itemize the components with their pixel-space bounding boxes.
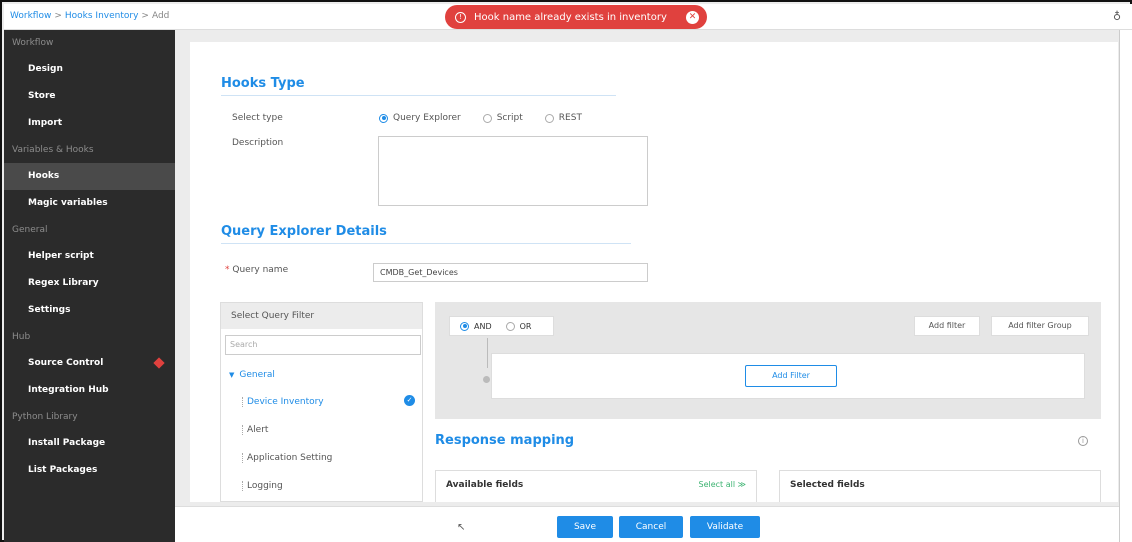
- error-toast: ! Hook name already exists in inventory …: [445, 5, 707, 29]
- close-icon[interactable]: ✕: [686, 10, 699, 24]
- sidebar-item-regex-library[interactable]: Regex Library: [4, 270, 175, 297]
- select-all-link[interactable]: Select all ≫: [699, 480, 747, 489]
- response-mapping-title: Response mapping: [435, 433, 575, 448]
- breadcrumb: Workflow > Hooks Inventory > Add: [10, 11, 169, 21]
- description-label: Description: [232, 138, 284, 148]
- query-name-label: * Query name: [225, 265, 288, 275]
- hook-type-radio-group: Query Explorer Script REST: [379, 113, 604, 123]
- query-name-label-text: Query name: [232, 265, 289, 275]
- section-divider: [221, 95, 616, 96]
- rule-connector-line: [487, 338, 488, 368]
- save-button[interactable]: Save: [557, 516, 613, 538]
- caret-down-icon: ▼: [229, 371, 235, 379]
- sidebar-section-general: General: [12, 225, 48, 235]
- breadcrumb-separator: >: [141, 11, 149, 21]
- sidebar-item-list-packages[interactable]: List Packages: [4, 457, 175, 484]
- add-filter-group-button[interactable]: Add filter Group: [991, 316, 1089, 336]
- add-filter-button[interactable]: Add filter: [914, 316, 980, 336]
- action-bar: ↖ Save Cancel Validate: [175, 506, 1119, 542]
- breadcrumb-add: Add: [151, 11, 170, 21]
- sidebar-item-design[interactable]: Design: [4, 56, 175, 83]
- mouse-cursor-icon: ↖: [457, 522, 466, 533]
- right-scroll-strip[interactable]: [1119, 30, 1132, 542]
- sidebar-item-label: Source Control: [28, 358, 104, 368]
- rule-connector-dot: [483, 376, 490, 383]
- radio-selected-icon: [379, 113, 388, 123]
- query-explorer-title: Query Explorer Details: [221, 224, 387, 239]
- git-diamond-icon: [153, 357, 165, 369]
- logic-toggle: AND OR: [449, 316, 554, 336]
- validate-button[interactable]: Validate: [690, 516, 760, 538]
- tree-item-device-inventory[interactable]: Device Inventory: [242, 397, 324, 407]
- tree-group-label: General: [239, 370, 275, 380]
- selected-fields-box: Selected fields: [779, 470, 1101, 502]
- sidebar: Workflow Design Store Import Variables &…: [4, 30, 175, 542]
- radio-label: Script: [496, 113, 523, 123]
- app-frame: Workflow > Hooks Inventory > Add ♁ ! Hook na…: [0, 0, 1132, 542]
- sidebar-item-helper-script[interactable]: Helper script: [4, 243, 175, 270]
- radio-and[interactable]: AND: [460, 321, 492, 331]
- radio-label: Query Explorer: [393, 113, 461, 123]
- sidebar-section-python-library: Python Library: [12, 412, 78, 422]
- hooks-type-title: Hooks Type: [221, 76, 305, 91]
- warning-icon: !: [455, 11, 466, 23]
- breadcrumb-workflow[interactable]: Workflow: [10, 11, 51, 21]
- filter-search-input[interactable]: Search: [225, 335, 421, 355]
- query-filter-panel: Select Query Filter Search ▼ General Devi…: [220, 302, 423, 502]
- sidebar-item-hooks[interactable]: Hooks: [4, 163, 175, 190]
- tree-item-alert[interactable]: Alert: [242, 425, 268, 435]
- sidebar-section-hub: Hub: [12, 332, 31, 342]
- main-panel: Hooks Type Select type Query Explorer Sc…: [190, 42, 1118, 502]
- filter-builder: AND OR Add filter Add filter Group Add F…: [435, 302, 1101, 419]
- select-type-label: Select type: [232, 113, 283, 123]
- radio-empty-icon: [544, 113, 554, 123]
- available-fields-box: Available fields Select all ≫: [435, 470, 757, 502]
- filter-rule-area: Add Filter: [491, 353, 1085, 399]
- sidebar-item-integration-hub[interactable]: Integration Hub: [4, 377, 175, 404]
- radio-label: OR: [519, 321, 532, 331]
- tree-item-logging[interactable]: Logging: [242, 481, 283, 491]
- tree-group-general[interactable]: ▼ General: [229, 370, 275, 380]
- required-mark: *: [225, 265, 230, 275]
- sidebar-item-magic-variables[interactable]: Magic variables: [4, 190, 175, 217]
- query-filter-header: Select Query Filter: [221, 303, 422, 329]
- sidebar-section-variables-hooks: Variables & Hooks: [12, 145, 94, 155]
- sidebar-item-store[interactable]: Store: [4, 83, 175, 110]
- sidebar-section-workflow: Workflow: [12, 38, 54, 48]
- check-circle-icon: ✓: [404, 395, 415, 406]
- selected-fields-title: Selected fields: [790, 480, 865, 490]
- info-icon[interactable]: i: [1078, 436, 1088, 446]
- radio-empty-icon: [505, 321, 515, 331]
- cancel-button[interactable]: Cancel: [619, 516, 683, 538]
- sidebar-item-settings[interactable]: Settings: [4, 297, 175, 324]
- sidebar-item-source-control[interactable]: Source Control: [4, 350, 175, 377]
- radio-empty-icon: [482, 113, 492, 123]
- description-textarea[interactable]: [378, 136, 648, 206]
- breadcrumb-hooks-inventory[interactable]: Hooks Inventory: [65, 11, 139, 21]
- user-icon[interactable]: ♁: [1110, 10, 1124, 24]
- toast-message: Hook name already exists in inventory: [474, 11, 667, 23]
- add-filter-inline-button[interactable]: Add Filter: [745, 365, 837, 387]
- query-name-input[interactable]: CMDB_Get_Devices: [373, 263, 648, 282]
- radio-or[interactable]: OR: [505, 321, 532, 331]
- tree-item-application-setting[interactable]: Application Setting: [242, 453, 332, 463]
- radio-query-explorer[interactable]: Query Explorer: [379, 113, 461, 123]
- radio-label: REST: [558, 113, 582, 123]
- radio-rest[interactable]: REST: [544, 113, 582, 123]
- sidebar-item-import[interactable]: Import: [4, 110, 175, 137]
- breadcrumb-separator: >: [54, 11, 62, 21]
- radio-label: AND: [474, 321, 492, 331]
- radio-script[interactable]: Script: [482, 113, 523, 123]
- sidebar-item-install-package[interactable]: Install Package: [4, 430, 175, 457]
- section-divider: [221, 243, 631, 244]
- radio-selected-icon: [460, 321, 469, 331]
- available-fields-title: Available fields: [446, 480, 524, 490]
